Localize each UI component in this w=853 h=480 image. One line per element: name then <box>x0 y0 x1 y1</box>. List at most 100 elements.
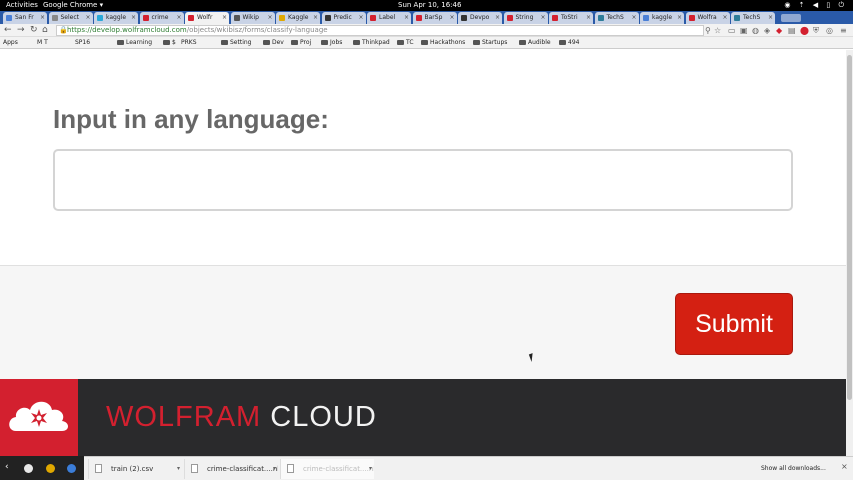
folder-icon <box>397 40 404 45</box>
tab-close-icon[interactable]: × <box>85 12 90 24</box>
reload-icon[interactable]: ↻ <box>30 25 38 36</box>
tab-5[interactable]: Wikip × <box>230 12 275 24</box>
bookmark-item[interactable]: $ <box>163 37 176 49</box>
extension-icon-6[interactable]: ▤ <box>788 26 796 36</box>
bookmark-item[interactable]: Startups <box>473 37 507 49</box>
tab-10[interactable]: Devpo × <box>458 12 502 24</box>
folder-icon <box>559 40 566 45</box>
download-item[interactable]: crime-classificat....nb ▾ <box>280 459 374 479</box>
tab-favicon <box>506 15 513 21</box>
address-bar[interactable]: 🔒 https://develop.wolframcloud.com/objec… <box>56 25 704 36</box>
tab-favicon <box>188 15 194 21</box>
bookmark-item[interactable]: Dev <box>263 37 284 49</box>
tab-close-icon[interactable]: × <box>586 12 591 24</box>
dock-app-icon-3[interactable] <box>67 464 76 473</box>
close-icon[interactable]: × <box>841 462 848 471</box>
zoom-icon[interactable]: ⚲ <box>705 26 711 36</box>
tab-close-icon[interactable]: × <box>176 12 181 24</box>
download-label: crime-classificat....nb <box>303 465 374 473</box>
tab-close-icon[interactable]: × <box>222 12 227 24</box>
tab-0[interactable]: San Fr × <box>3 12 47 24</box>
tab-7[interactable]: Predic × <box>321 12 366 24</box>
tab-6[interactable]: Kaggle × <box>276 12 320 24</box>
bookmark-item[interactable]: Learning <box>117 37 152 49</box>
bookmark-item[interactable]: Hackathons <box>421 37 465 49</box>
bookmark-item[interactable]: Audible <box>519 37 551 49</box>
tab-11[interactable]: String × <box>503 12 548 24</box>
tab-1[interactable]: Select × <box>48 12 93 24</box>
language-input[interactable] <box>53 149 793 211</box>
tab-16[interactable]: TechS × <box>731 12 775 24</box>
bookmark-item[interactable]: PRKS <box>181 37 197 49</box>
home-icon[interactable]: ⌂ <box>42 25 48 36</box>
tab-label: Wikip <box>242 14 259 21</box>
bookmarks-bar: Apps M T SP16 Learning $ PRKS Setting Dev Proj Jo… <box>0 37 853 49</box>
tab-close-icon[interactable]: × <box>313 12 318 24</box>
new-tab-button[interactable] <box>780 14 801 22</box>
show-all-downloads-link[interactable]: Show all downloads... <box>761 465 826 472</box>
tab-close-icon[interactable]: × <box>631 12 636 24</box>
bookmark-item[interactable]: TC <box>397 37 414 49</box>
bookmark-item[interactable]: Proj <box>291 37 311 49</box>
submit-button[interactable]: Submit <box>675 293 793 355</box>
chevron-down-icon[interactable]: ▾ <box>369 459 372 479</box>
tab-close-icon[interactable]: × <box>540 12 545 24</box>
wolfram-logo[interactable] <box>0 379 78 456</box>
tab-9[interactable]: BarSp × <box>412 12 457 24</box>
bookmark-item[interactable]: Thinkpad <box>353 37 390 49</box>
bookmark-star-icon[interactable]: ☆ <box>714 26 721 36</box>
tab-close-icon[interactable]: × <box>449 12 454 24</box>
bookmark-item[interactable]: SP16 <box>75 37 90 49</box>
bookmark-item[interactable]: 494 <box>559 37 579 49</box>
extension-icon-5[interactable]: ◆ <box>776 26 782 36</box>
tab-15[interactable]: Wolfra × <box>685 12 730 24</box>
extension-icon-2[interactable]: ▣ <box>740 26 748 36</box>
back-icon[interactable]: ← <box>4 25 12 36</box>
bookmark-item[interactable]: M T <box>37 37 48 49</box>
tab-12[interactable]: ToStri × <box>549 12 593 24</box>
extension-icon-3[interactable]: ◍ <box>752 26 759 36</box>
dock-app-icon-1[interactable] <box>24 464 33 473</box>
tab-close-icon[interactable]: × <box>404 12 409 24</box>
extension-icon-1[interactable]: ▭ <box>728 26 736 36</box>
tab-8[interactable]: Label × <box>367 12 411 24</box>
tab-close-icon[interactable]: × <box>722 12 727 24</box>
system-status-icons[interactable]: ◉ ⇡ ◀ ▯ ⏻ <box>784 0 847 11</box>
tab-close-icon[interactable]: × <box>267 12 272 24</box>
extension-icon-9[interactable]: ◎ <box>826 26 833 36</box>
tab-close-icon[interactable]: × <box>768 12 773 24</box>
extension-icon-7[interactable]: ⬤ <box>800 26 809 36</box>
chrome-menu-icon[interactable]: ≡ <box>840 26 847 36</box>
chrome-icon[interactable] <box>46 464 55 473</box>
bookmark-item[interactable]: Apps <box>3 37 18 49</box>
folder-icon <box>291 40 298 45</box>
tab-close-icon[interactable]: × <box>358 12 363 24</box>
tab-close-icon[interactable]: × <box>40 12 45 24</box>
bookmark-item[interactable]: Setting <box>221 37 251 49</box>
tab-close-icon[interactable]: × <box>131 12 136 24</box>
bookmark-item[interactable]: Jobs <box>321 37 342 49</box>
download-item[interactable]: train (2).csv ▾ <box>88 459 182 479</box>
bookmark-label: Hackathons <box>430 39 466 46</box>
tab-13[interactable]: TechS × <box>594 12 639 24</box>
tab-4[interactable]: Wolfr × <box>185 12 229 24</box>
tab-close-icon[interactable]: × <box>677 12 682 24</box>
tab-2[interactable]: kaggle × <box>94 12 138 24</box>
tab-close-icon[interactable]: × <box>495 12 500 24</box>
activities-button[interactable]: Activities <box>6 0 38 11</box>
chevron-down-icon[interactable]: ▾ <box>177 459 180 479</box>
folder-icon <box>353 40 360 45</box>
scrollbar-thumb[interactable] <box>847 55 852 400</box>
tab-3[interactable]: crime × <box>139 12 184 24</box>
extension-icon-4[interactable]: ◈ <box>764 26 770 36</box>
forward-icon[interactable]: → <box>17 25 25 36</box>
extension-icon-8[interactable]: ⛨ <box>813 26 819 36</box>
dock-back-icon[interactable]: ‹ <box>5 462 9 472</box>
brand-wordmark: WOLFRAM CLOUD <box>106 399 377 435</box>
download-item[interactable]: crime-classificat....nb ▾ <box>184 459 278 479</box>
app-menu[interactable]: Google Chrome ▾ <box>43 0 103 11</box>
clock[interactable]: Sun Apr 10, 16:46 <box>398 0 461 11</box>
tab-favicon <box>142 15 149 21</box>
tab-14[interactable]: kaggle × <box>640 12 684 24</box>
chevron-down-icon[interactable]: ▾ <box>273 459 276 479</box>
